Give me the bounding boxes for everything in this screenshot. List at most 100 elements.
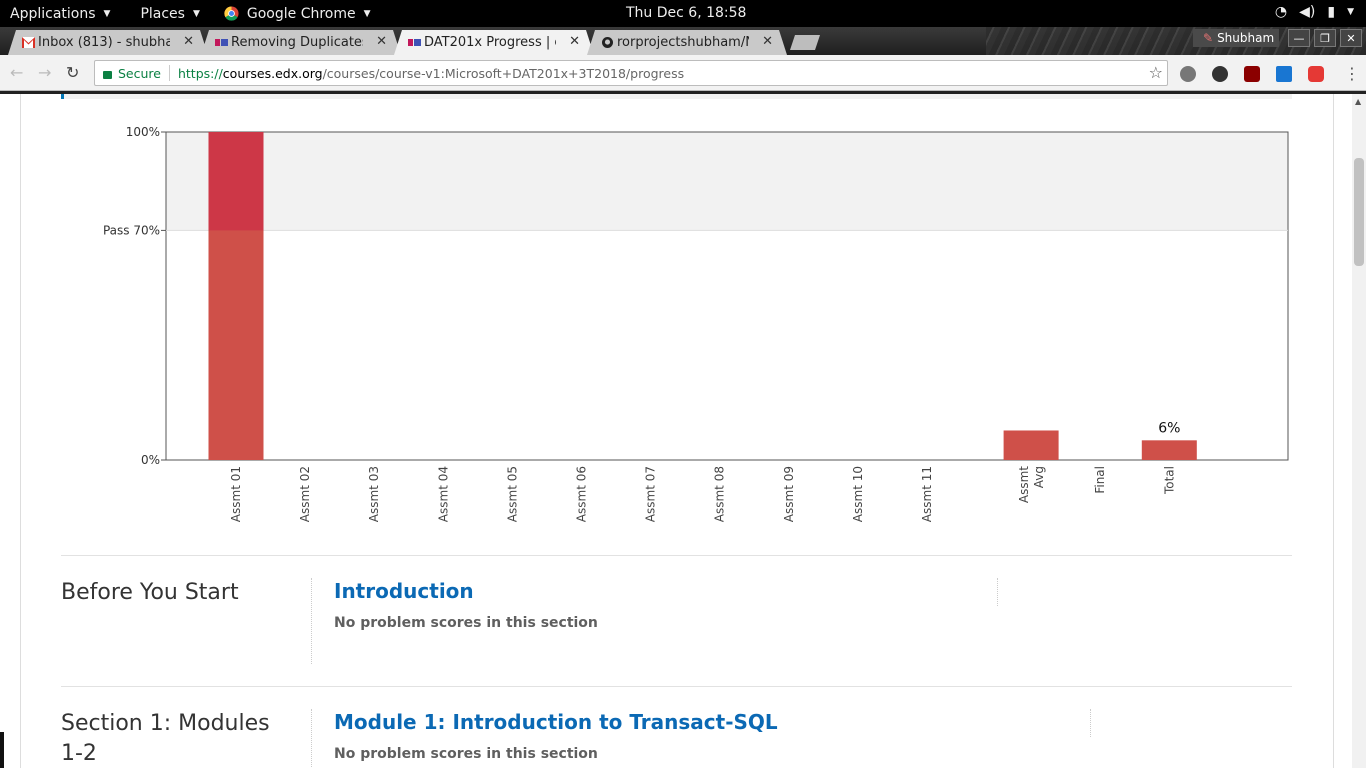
bar-pass-overlay [208, 132, 264, 231]
x-tick-label: Assmt 11 [920, 466, 934, 522]
total-value-label: 6% [1158, 420, 1180, 436]
ublock-icon[interactable] [1244, 66, 1260, 82]
column-divider [1090, 709, 1091, 737]
maximize-button[interactable]: ❐ [1314, 29, 1336, 47]
chrome-app-menu[interactable]: Google Chrome ▼ [214, 6, 381, 22]
pass-zone [166, 132, 1288, 231]
forward-icon[interactable]: → [38, 63, 51, 82]
section-title-before-you-start: Before You Start [61, 580, 239, 605]
bookmark-star-icon[interactable]: ☆ [1149, 63, 1163, 82]
no-scores-note: No problem scores in this section [334, 615, 598, 631]
status-area[interactable]: ◔ ◀) ▮ ▼ [1275, 4, 1354, 20]
url-host: courses.edx.org [222, 65, 323, 81]
chevron-down-icon: ▼ [363, 8, 371, 19]
bar-assmt-avg [1003, 430, 1059, 460]
tab-dat201x-progress[interactable]: DAT201x Progress | c ✕ [394, 30, 594, 55]
close-tab-icon[interactable]: ✕ [569, 34, 580, 49]
chevron-down-icon: ▼ [192, 8, 200, 19]
chrome-label: Google Chrome [246, 5, 356, 22]
volume-icon: ◀) [1299, 4, 1316, 20]
chevron-down-icon: ▼ [1347, 7, 1354, 17]
subsection-link-module-1[interactable]: Module 1: Introduction to Transact-SQL [334, 710, 778, 734]
github-icon [601, 37, 614, 48]
wifi-icon: ◔ [1274, 4, 1288, 20]
info-banner [61, 94, 1292, 99]
x-tick-label: Assmt 10 [851, 466, 865, 522]
x-tick-label: Assmt 03 [367, 466, 381, 522]
chrome-menu-icon[interactable]: ⋮ [1344, 64, 1360, 83]
tab-title: DAT201x Progress | c [424, 35, 556, 50]
tab-title: rorprojectshubham/N [617, 35, 749, 50]
no-scores-note: No problem scores in this section [334, 746, 598, 762]
x-tick-label: Assmt 06 [575, 466, 589, 522]
x-tick-label: Final [1093, 466, 1107, 494]
tab-title: Removing Duplicates [231, 35, 363, 50]
tab-inbox[interactable]: Inbox (813) - shubha ✕ [8, 30, 208, 55]
profile-button[interactable]: ✎ Shubham [1193, 29, 1279, 47]
x-tick-label: Avg [1032, 466, 1046, 488]
profile-name: Shubham [1217, 31, 1275, 45]
shield-extension-icon[interactable] [1308, 66, 1324, 82]
x-tick-label: Assmt 09 [782, 466, 796, 522]
speedometer-icon[interactable] [1212, 66, 1228, 82]
section-divider [61, 555, 1292, 556]
url-path: /courses/course-v1:Microsoft+DAT201x+3T2… [322, 65, 685, 81]
edx-icon [408, 37, 421, 48]
window-extension-icon[interactable] [1276, 66, 1292, 82]
close-window-button[interactable]: ✕ [1340, 29, 1362, 47]
chevron-down-icon: ▼ [103, 8, 111, 19]
x-tick-label: Assmt 05 [505, 466, 519, 522]
x-tick-label: Assmt 07 [644, 466, 658, 522]
tab-removing-duplicates[interactable]: Removing Duplicates ✕ [201, 30, 401, 55]
close-tab-icon[interactable]: ✕ [376, 34, 387, 49]
chrome-icon [224, 6, 239, 21]
close-tab-icon[interactable]: ✕ [762, 34, 773, 49]
bar-total [1141, 440, 1197, 460]
profile-icon: ✎ [1203, 31, 1214, 45]
secure-label: Secure [118, 65, 161, 81]
places-label: Places [140, 5, 185, 22]
lock-icon [103, 71, 112, 79]
divider [168, 65, 170, 81]
gmail-icon [22, 37, 35, 48]
x-tick-label: Assmt 01 [229, 466, 243, 522]
scroll-up-icon[interactable]: ▲ [1355, 97, 1361, 106]
page-scrollbar[interactable]: ▲ [1352, 94, 1366, 768]
scrollbar-thumb[interactable] [1354, 158, 1364, 266]
subsection-link-introduction[interactable]: Introduction [334, 579, 474, 603]
column-divider [997, 578, 998, 606]
y-tick-label: 100% [126, 125, 160, 139]
browser-toolbar: ← → ↻ Secure https:// courses.edx.org /c… [0, 55, 1366, 91]
x-tick-label: Total [1162, 466, 1176, 495]
close-tab-icon[interactable]: ✕ [183, 34, 194, 49]
system-top-bar: Applications ▼ Places ▼ Google Chrome ▼ … [0, 0, 1366, 27]
extension-icon[interactable] [1180, 66, 1196, 82]
tab-strip: Inbox (813) - shubha ✕ Removing Duplicat… [0, 27, 1366, 55]
column-divider [311, 578, 312, 664]
battery-icon: ▮ [1327, 4, 1336, 20]
tab-github[interactable]: rorprojectshubham/N ✕ [587, 30, 787, 55]
url-scheme: https:// [177, 65, 223, 81]
y-tick-label: 0% [141, 453, 160, 467]
edx-icon [215, 37, 228, 48]
back-icon[interactable]: ← [10, 63, 23, 82]
places-menu[interactable]: Places ▼ [130, 6, 209, 22]
section-title-section-1: Section 1: Modules 1-2 [61, 711, 270, 766]
reload-icon[interactable]: ↻ [66, 63, 79, 82]
address-bar[interactable]: Secure https:// courses.edx.org /courses… [94, 60, 1168, 86]
x-tick-label: Assmt 08 [713, 466, 727, 522]
x-tick-label: Assmt 04 [436, 466, 450, 522]
x-tick-label: Assmt 02 [298, 466, 312, 522]
column-divider [311, 709, 312, 768]
tab-title: Inbox (813) - shubha [38, 35, 170, 50]
new-tab-button[interactable] [790, 35, 820, 50]
applications-label: Applications [10, 5, 96, 22]
window-edge [0, 732, 4, 768]
x-tick-label: Assmt [1017, 466, 1031, 503]
page-content: 100% Pass 70% 0% Assmt 01 Assmt 02 Assmt 03 As… [0, 94, 1352, 768]
minimize-button[interactable]: — [1288, 29, 1310, 47]
grade-chart: 100% Pass 70% 0% Assmt 01 Assmt 02 Assmt 03 As… [103, 125, 1289, 522]
section-divider [61, 686, 1292, 687]
clock[interactable]: Thu Dec 6, 18:58 [626, 5, 746, 21]
applications-menu[interactable]: Applications ▼ [0, 6, 120, 22]
